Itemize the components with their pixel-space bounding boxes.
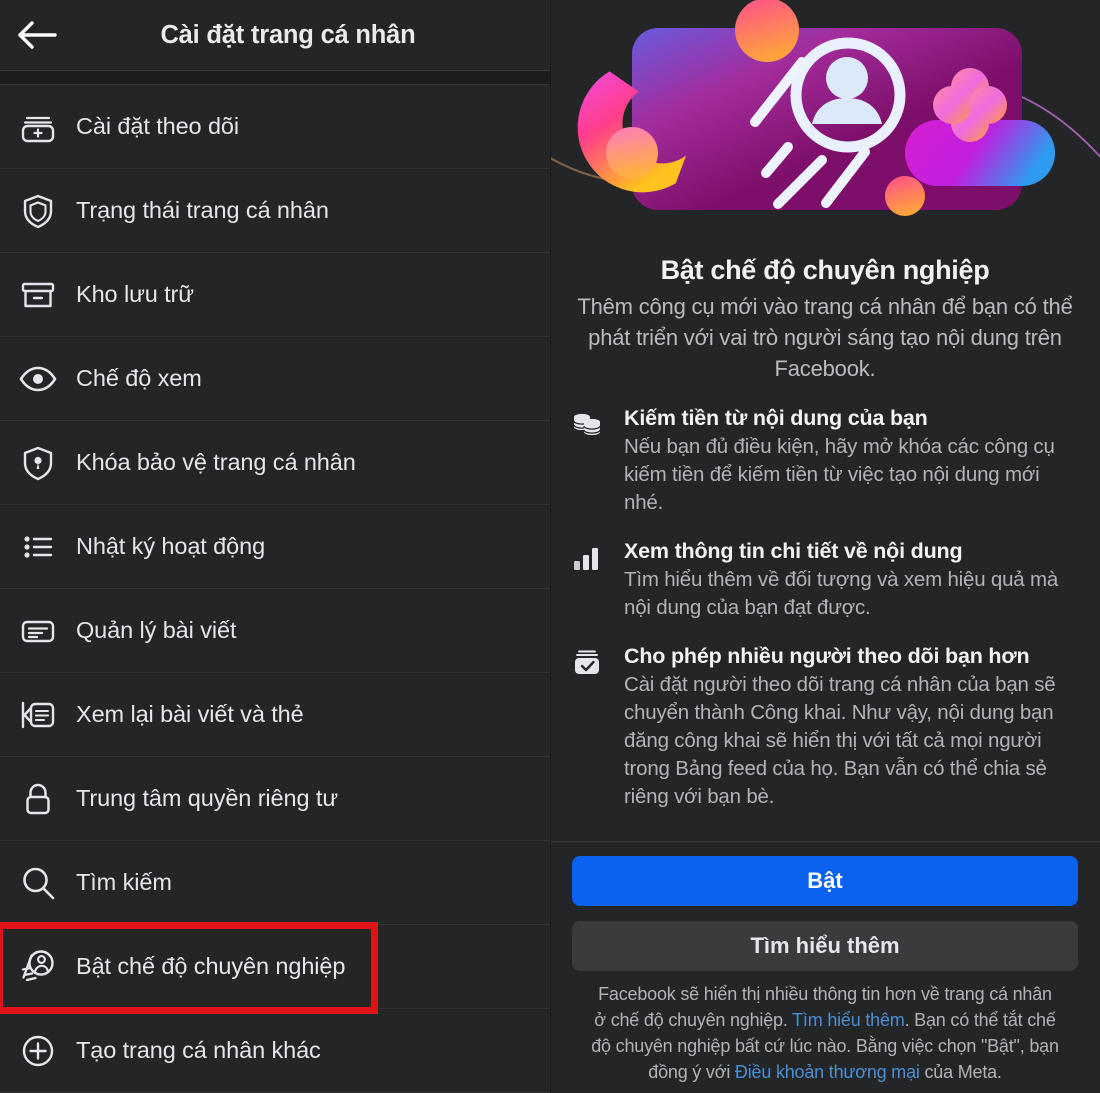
sidebar-item-follow-settings[interactable]: Cài đặt theo dõi	[0, 85, 550, 169]
sidebar-item-label: Nhật ký hoạt động	[76, 533, 266, 559]
sidebar-item-label: Cài đặt theo dõi	[76, 113, 240, 139]
professional-mode-detail-panel: Bật chế độ chuyên nghiệp Thêm công cụ mớ…	[550, 0, 1100, 1093]
turn-on-button[interactable]: Bật	[572, 856, 1078, 906]
feature-item-monetize: Kiếm tiền từ nội dung của bạn Nếu bạn đủ…	[572, 406, 1082, 517]
feature-text: Cho phép nhiều người theo dõi bạn hơn Cà…	[624, 644, 1082, 811]
app-screen: Cài đặt trang cá nhân Cài đặt theo dõi T…	[0, 0, 1100, 1093]
sidebar-item-profile-status[interactable]: Trạng thái trang cá nhân	[0, 169, 550, 253]
shield-lock-icon	[0, 443, 76, 483]
feature-title: Cho phép nhiều người theo dõi bạn hơn	[624, 644, 1030, 668]
eye-icon	[0, 359, 76, 399]
sidebar-item-profile-lock[interactable]: Khóa bảo vệ trang cá nhân	[0, 421, 550, 505]
sidebar-item-label: Trạng thái trang cá nhân	[76, 197, 329, 223]
sidebar-item-label: Tìm kiếm	[76, 869, 172, 895]
legal-disclaimer: Facebook sẽ hiển thị nhiều thông tin hơn…	[572, 971, 1078, 1093]
profile-settings-panel: Cài đặt trang cá nhân Cài đặt theo dõi T…	[0, 0, 550, 1093]
back-button[interactable]	[6, 17, 68, 53]
sidebar-item-manage-posts[interactable]: Quản lý bài viết	[0, 589, 550, 673]
commercial-terms-link[interactable]: Điều khoản thương mại	[735, 1062, 920, 1082]
professional-mode-illustration	[550, 0, 1100, 216]
sidebar-item-view-as[interactable]: Chế độ xem	[0, 337, 550, 421]
sidebar-item-label: Khóa bảo vệ trang cá nhân	[76, 449, 356, 475]
feature-title: Xem thông tin chi tiết về nội dung	[624, 539, 963, 563]
legal-part-3: của Meta.	[919, 1062, 1002, 1082]
settings-menu: Cài đặt theo dõi Trạng thái trang cá nhâ…	[0, 85, 550, 1093]
sidebar-item-label: Kho lưu trữ	[76, 281, 194, 307]
sidebar-item-search[interactable]: Tìm kiếm	[0, 841, 550, 925]
padlock-icon	[0, 779, 76, 819]
panel-divider	[550, 0, 551, 1093]
feature-list: Kiếm tiền từ nội dung của bạn Nếu bạn đủ…	[550, 384, 1100, 841]
sidebar-item-review-posts-tags[interactable]: Xem lại bài viết và thẻ	[0, 673, 550, 757]
search-icon	[0, 863, 76, 903]
coins-stack-icon	[572, 406, 624, 517]
sidebar-item-professional-mode[interactable]: Bật chế độ chuyên nghiệp	[0, 925, 550, 1009]
sidebar-item-label: Quản lý bài viết	[76, 617, 237, 643]
followers-check-icon	[572, 644, 624, 811]
feature-text: Xem thông tin chi tiết về nội dung Tìm h…	[624, 539, 1082, 622]
sidebar-item-label: Trung tâm quyền riêng tư	[76, 785, 338, 811]
feature-description: Tìm hiểu thêm về đối tượng và xem hiệu q…	[624, 568, 1059, 619]
feature-description: Cài đặt người theo dõi trang cá nhân của…	[624, 673, 1056, 808]
bar-chart-icon	[572, 539, 624, 622]
learn-more-link[interactable]: Tìm hiểu thêm	[792, 1010, 905, 1030]
shield-icon	[0, 191, 76, 231]
sidebar-item-label: Chế độ xem	[76, 365, 202, 391]
archive-box-icon	[0, 275, 76, 315]
header-spacer	[0, 71, 550, 85]
feature-item-insights: Xem thông tin chi tiết về nội dung Tìm h…	[572, 539, 1082, 622]
sidebar-item-create-another-profile[interactable]: Tạo trang cá nhân khác	[0, 1009, 550, 1093]
learn-more-button[interactable]: Tìm hiểu thêm	[572, 921, 1078, 971]
arrow-left-icon	[18, 21, 57, 49]
feature-item-followers: Cho phép nhiều người theo dõi bạn hơn Cà…	[572, 644, 1082, 811]
feature-text: Kiếm tiền từ nội dung của bạn Nếu bạn đủ…	[624, 406, 1082, 517]
sidebar-item-label: Bật chế độ chuyên nghiệp	[76, 953, 346, 979]
activity-list-icon	[0, 527, 76, 567]
page-title: Cài đặt trang cá nhân	[160, 20, 416, 49]
sidebar-item-archive[interactable]: Kho lưu trữ	[0, 253, 550, 337]
detail-subtitle: Thêm công cụ mới vào trang cá nhân để bạ…	[577, 294, 1073, 381]
feature-title: Kiếm tiền từ nội dung của bạn	[624, 406, 928, 430]
feature-description: Nếu bạn đủ điều kiện, hãy mở khóa các cô…	[624, 435, 1055, 514]
plus-circle-icon	[0, 1031, 76, 1071]
sidebar-item-activity-log[interactable]: Nhật ký hoạt động	[0, 505, 550, 589]
panel-header: Cài đặt trang cá nhân	[0, 0, 550, 71]
follow-settings-icon	[0, 107, 76, 147]
detail-title: Bật chế độ chuyên nghiệp	[660, 255, 990, 285]
sidebar-item-label: Xem lại bài viết và thẻ	[76, 701, 304, 727]
review-posts-tags-icon	[0, 695, 76, 735]
hero-illustration	[550, 0, 1100, 240]
action-area: Bật Tìm hiểu thêm Facebook sẽ hiển thị n…	[550, 841, 1100, 1093]
sidebar-item-privacy-center[interactable]: Trung tâm quyền riêng tư	[0, 757, 550, 841]
sidebar-item-label: Tạo trang cá nhân khác	[76, 1037, 321, 1063]
professional-mode-icon	[0, 947, 76, 987]
manage-posts-icon	[0, 611, 76, 651]
